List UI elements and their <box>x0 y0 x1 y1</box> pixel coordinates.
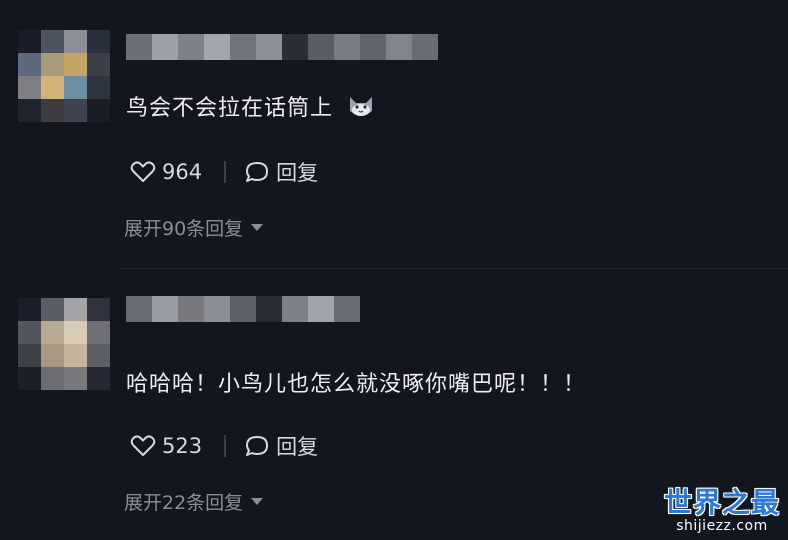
speech-bubble-icon <box>246 162 269 182</box>
comment-divider <box>120 268 788 269</box>
reply-label: 回复 <box>276 435 319 459</box>
like-count: 523 <box>162 434 203 458</box>
cat-face-icon <box>347 93 375 125</box>
expand-replies-label: 展开22条回复 <box>124 492 244 514</box>
like-count: 964 <box>162 160 203 184</box>
expand-replies-link[interactable]: 展开90条回复 <box>124 214 264 241</box>
comment-actions: 523 回复 <box>130 431 318 461</box>
reply-button[interactable]: 回复 <box>244 157 318 187</box>
comment-actions: 964 回复 <box>130 157 318 187</box>
watermark: 世界之最 shijiezz.com <box>663 486 780 535</box>
heart-icon <box>130 435 156 456</box>
heart-icon <box>130 161 156 182</box>
reply-button[interactable]: 回复 <box>244 431 318 461</box>
avatar[interactable] <box>18 298 110 390</box>
divider <box>224 161 227 183</box>
comment-item: 鸟会不会拉在话筒上 964 回复 展开90条回复 <box>0 0 788 268</box>
username[interactable] <box>126 296 360 322</box>
speech-bubble-icon <box>246 436 269 456</box>
comment-text: 鸟会不会拉在话筒上 <box>126 90 375 125</box>
like-button[interactable]: 964 <box>130 160 202 184</box>
comment-text: 哈哈哈！小鸟儿也怎么就没啄你嘴巴呢！！！ <box>126 372 587 397</box>
expand-replies-link[interactable]: 展开22条回复 <box>124 488 264 515</box>
expand-replies-label: 展开90条回复 <box>124 218 244 240</box>
avatar[interactable] <box>18 30 110 122</box>
watermark-title: 世界之最 <box>663 486 780 519</box>
caret-down-icon <box>251 224 264 231</box>
username[interactable] <box>126 34 438 60</box>
reply-label: 回复 <box>276 161 319 185</box>
like-button[interactable]: 523 <box>130 434 202 458</box>
divider <box>224 435 227 457</box>
caret-down-icon <box>251 498 264 505</box>
watermark-url: shijiezz.com <box>676 518 768 534</box>
